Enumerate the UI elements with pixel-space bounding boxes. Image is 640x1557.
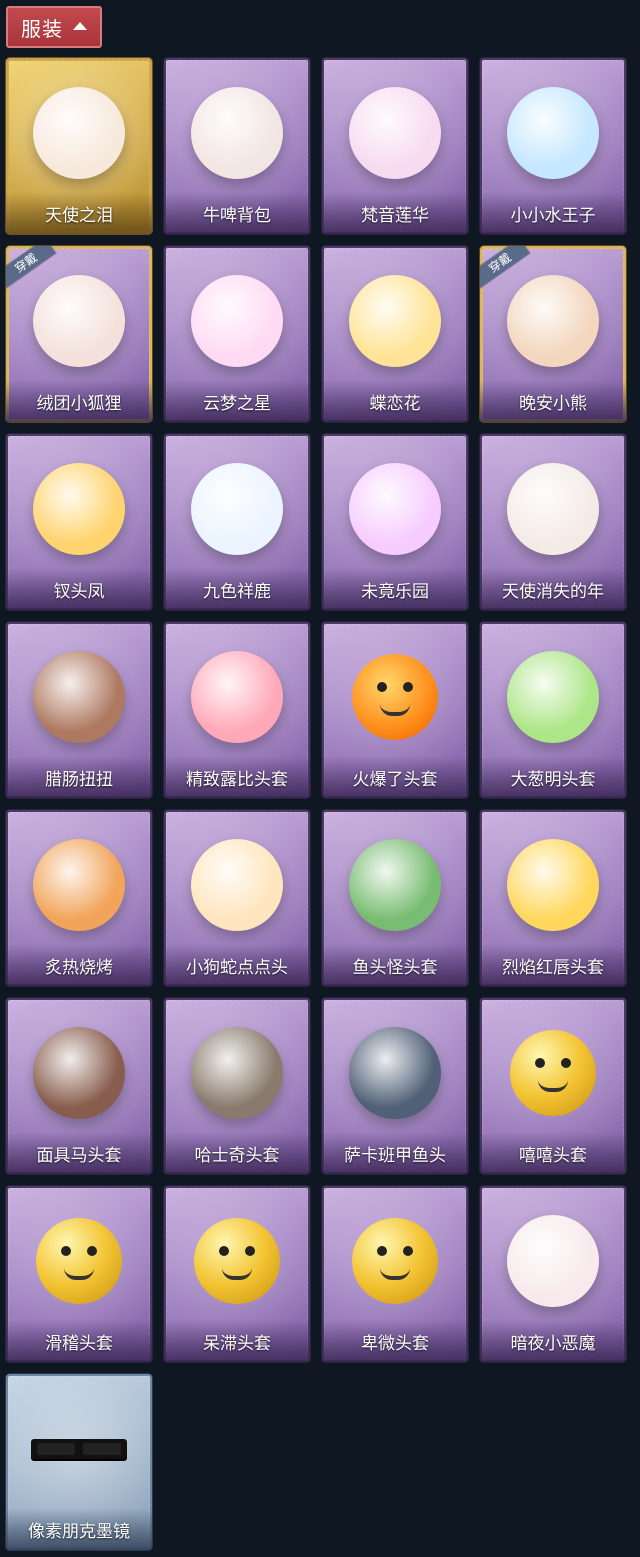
- item-label: 钗头凤: [53, 582, 105, 602]
- bbq-mask-icon: [29, 830, 129, 940]
- pink-beaver-icon: [187, 642, 287, 752]
- item-card[interactable]: 精致露比头套: [164, 622, 310, 798]
- item-card[interactable]: 天使消失的年: [480, 434, 626, 610]
- item-label: 滑稽头套: [45, 1334, 113, 1354]
- item-card[interactable]: 腊肠扭扭: [6, 622, 152, 798]
- snake-dog-icon: [187, 830, 287, 940]
- green-onion-icon: [503, 642, 603, 752]
- item-card[interactable]: 炙热烧烤: [6, 810, 152, 986]
- item-label: 晚安小熊: [519, 394, 587, 414]
- item-card[interactable]: 烈焰红唇头套: [480, 810, 626, 986]
- item-card[interactable]: 嘻嘻头套: [480, 998, 626, 1174]
- whale-mask-icon: [345, 1018, 445, 1128]
- sausage-dog-icon: [29, 642, 129, 752]
- bunny-girl-icon: [345, 454, 445, 564]
- item-card[interactable]: 鱼头怪头套: [322, 810, 468, 986]
- fish-mask-icon: [345, 830, 445, 940]
- veil-girl-icon: [503, 454, 603, 564]
- item-label: 绒团小狐狸: [36, 394, 122, 414]
- item-label: 云梦之星: [203, 394, 271, 414]
- item-card[interactable]: 萨卡班甲鱼头: [322, 998, 468, 1174]
- grin-emoji-icon: [503, 1018, 603, 1128]
- item-label: 炙热烧烤: [45, 958, 113, 978]
- item-card[interactable]: 大葱明头套: [480, 622, 626, 798]
- item-card[interactable]: 卑微头套: [322, 1186, 468, 1362]
- item-label: 天使之泪: [45, 206, 113, 226]
- item-label: 哈士奇头套: [194, 1146, 280, 1166]
- item-label: 鱼头怪头套: [352, 958, 438, 978]
- item-label: 蝶恋花: [369, 394, 421, 414]
- item-card[interactable]: 天使之泪: [6, 58, 152, 234]
- item-label: 未竟乐园: [361, 582, 429, 602]
- husky-mask-icon: [187, 1018, 287, 1128]
- fox-charm-icon: [29, 266, 129, 376]
- item-card[interactable]: 梵音莲华: [322, 58, 468, 234]
- item-label: 火爆了头套: [352, 770, 438, 790]
- item-card[interactable]: 九色祥鹿: [164, 434, 310, 610]
- item-label: 腊肠扭扭: [45, 770, 113, 790]
- item-card[interactable]: 钗头凤: [6, 434, 152, 610]
- item-label: 天使消失的年: [502, 582, 604, 602]
- bear-charm-icon: [503, 266, 603, 376]
- stare-emoji-icon: [187, 1206, 287, 1316]
- item-card[interactable]: 像素朋克墨镜: [6, 1374, 152, 1550]
- bell-wreath-icon: [345, 266, 445, 376]
- item-card[interactable]: 未竟乐园: [322, 434, 468, 610]
- item-label: 梵音莲华: [361, 206, 429, 226]
- lotus-fairy-icon: [345, 78, 445, 188]
- item-card[interactable]: 蝶恋花: [322, 246, 468, 422]
- angel-icon: [29, 78, 129, 188]
- item-label: 面具马头套: [36, 1146, 122, 1166]
- item-label: 大葱明头套: [510, 770, 596, 790]
- yellow-pokemon-icon: [503, 830, 603, 940]
- item-card[interactable]: 牛啤背包: [164, 58, 310, 234]
- deer-charm-icon: [187, 454, 287, 564]
- item-label: 精致露比头套: [186, 770, 288, 790]
- item-label: 小小水王子: [510, 206, 596, 226]
- item-label: 牛啤背包: [203, 206, 271, 226]
- item-label: 嘻嘻头套: [519, 1146, 587, 1166]
- items-grid: 天使之泪 牛啤背包 梵音莲华 小小水王子穿戴 绒团小狐狸云梦之星 蝶恋花 穿戴 晚安小熊钗头凤…: [0, 0, 640, 1557]
- item-card[interactable]: 暗夜小恶魔: [480, 1186, 626, 1362]
- fire-mask-icon: [345, 642, 445, 752]
- item-card[interactable]: 小小水王子: [480, 58, 626, 234]
- devil-head-icon: [503, 1206, 603, 1316]
- phoenix-crown-icon: [29, 454, 129, 564]
- item-card[interactable]: 火爆了头套: [322, 622, 468, 798]
- shy-emoji-icon: [345, 1206, 445, 1316]
- item-label: 九色祥鹿: [203, 582, 271, 602]
- item-card[interactable]: 云梦之星: [164, 246, 310, 422]
- item-card[interactable]: 穿戴 晚安小熊: [480, 246, 626, 422]
- cow-barrel-icon: [187, 78, 287, 188]
- item-card[interactable]: 面具马头套: [6, 998, 152, 1174]
- item-card[interactable]: 呆滞头套: [164, 1186, 310, 1362]
- item-label: 小狗蛇点点头: [186, 958, 288, 978]
- item-label: 卑微头套: [361, 1334, 429, 1354]
- item-card[interactable]: 哈士奇头套: [164, 998, 310, 1174]
- item-label: 像素朋克墨镜: [28, 1522, 130, 1542]
- pixel-shades-icon: [29, 1394, 129, 1504]
- unicorn-star-icon: [187, 266, 287, 376]
- item-label: 呆滞头套: [203, 1334, 271, 1354]
- item-card[interactable]: 穿戴 绒团小狐狸: [6, 246, 152, 422]
- item-card[interactable]: 滑稽头套: [6, 1186, 152, 1362]
- item-label: 暗夜小恶魔: [510, 1334, 596, 1354]
- item-label: 烈焰红唇头套: [502, 958, 604, 978]
- item-label: 萨卡班甲鱼头: [344, 1146, 446, 1166]
- item-card[interactable]: 小狗蛇点点头: [164, 810, 310, 986]
- laugh-emoji-icon: [29, 1206, 129, 1316]
- water-prince-icon: [503, 78, 603, 188]
- horse-mask-icon: [29, 1018, 129, 1128]
